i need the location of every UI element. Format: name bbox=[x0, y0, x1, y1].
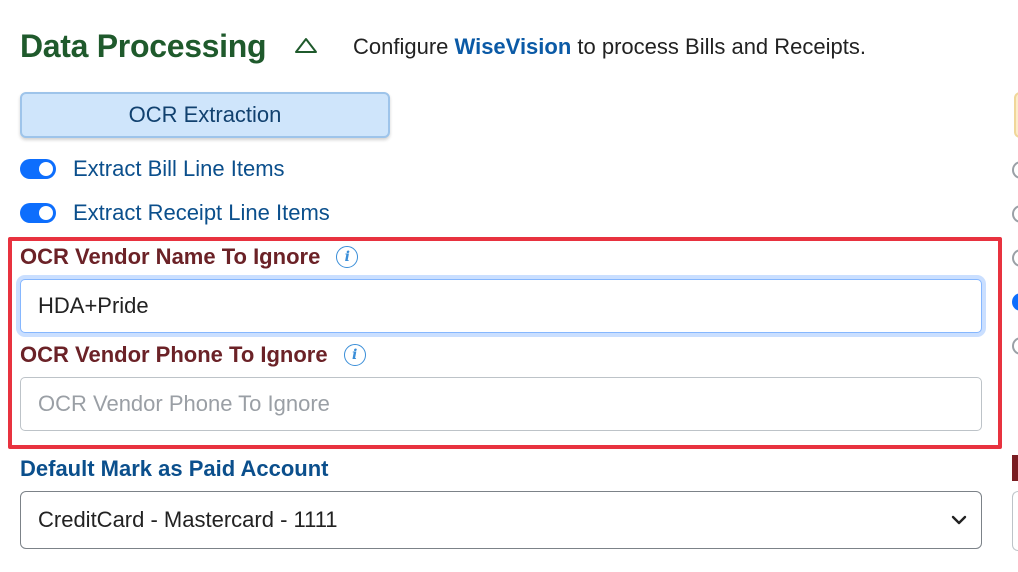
toggle-row-receipt-line-items: Extract Receipt Line Items bbox=[20, 198, 330, 228]
edge-radio-5[interactable] bbox=[1012, 337, 1018, 355]
edge-label-partial bbox=[1012, 455, 1018, 481]
vendor-name-label-row: OCR Vendor Name To Ignore i bbox=[20, 243, 359, 271]
vendor-phone-input[interactable] bbox=[20, 377, 982, 431]
select-edge-partial[interactable] bbox=[1012, 491, 1018, 551]
info-icon[interactable]: i bbox=[336, 246, 359, 268]
vendor-phone-label-row: OCR Vendor Phone To Ignore i bbox=[20, 341, 366, 369]
edge-radio-4[interactable] bbox=[1012, 293, 1018, 311]
paid-account-select[interactable]: CreditCard - Mastercard - 1111 bbox=[20, 491, 982, 549]
extract-bill-line-items-toggle[interactable] bbox=[20, 159, 56, 179]
paid-account-selected-value: CreditCard - Mastercard - 1111 bbox=[38, 507, 338, 532]
edge-radio-2[interactable] bbox=[1012, 205, 1018, 223]
subtitle-prefix: Configure bbox=[353, 34, 455, 59]
paid-account-label: Default Mark as Paid Account bbox=[20, 456, 329, 481]
vendor-phone-label: OCR Vendor Phone To Ignore bbox=[20, 342, 328, 367]
vendor-name-label: OCR Vendor Name To Ignore bbox=[20, 244, 321, 269]
tab-ocr-extraction[interactable]: OCR Extraction bbox=[20, 92, 390, 138]
toggle-row-bill-line-items: Extract Bill Line Items bbox=[20, 154, 285, 184]
info-icon[interactable]: i bbox=[343, 344, 366, 366]
edge-radio-1[interactable] bbox=[1012, 161, 1018, 179]
page-subtitle: Configure WiseVision to process Bills an… bbox=[353, 33, 866, 61]
chevron-down-icon bbox=[951, 515, 967, 525]
extract-receipt-line-items-toggle[interactable] bbox=[20, 203, 56, 223]
brand-name: WiseVision bbox=[454, 34, 572, 59]
collapse-icon[interactable] bbox=[293, 36, 319, 56]
tab-next-partial[interactable] bbox=[1014, 92, 1018, 138]
subtitle-suffix: to process Bills and Receipts. bbox=[571, 34, 866, 59]
vendor-name-input[interactable] bbox=[20, 279, 982, 333]
extract-receipt-line-items-label: Extract Receipt Line Items bbox=[73, 200, 330, 225]
extract-bill-line-items-label: Extract Bill Line Items bbox=[73, 156, 285, 181]
edge-radio-3[interactable] bbox=[1012, 249, 1018, 267]
page-title: Data Processing bbox=[20, 28, 267, 64]
